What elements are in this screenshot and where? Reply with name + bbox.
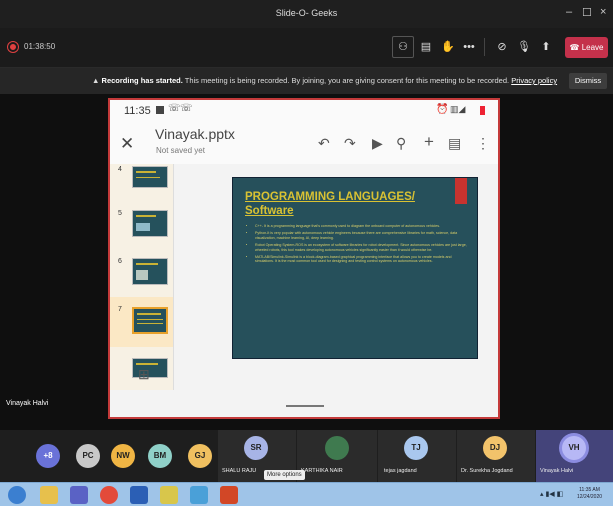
mic-off-icon[interactable]: 🎙 xyxy=(516,39,532,55)
phone-icon: ☎ xyxy=(569,43,580,52)
participant-photo xyxy=(325,436,349,460)
dismiss-button[interactable]: Dismiss xyxy=(569,73,607,89)
speaker-name: Vinayak Halvi xyxy=(6,400,49,407)
participant-avatar: VH xyxy=(562,436,586,460)
taskbar-clock[interactable]: 11:35 AM 12/24/2020 xyxy=(577,487,602,501)
thumbnail-number: 4 xyxy=(118,166,122,173)
new-slide-icon[interactable]: ⊞ xyxy=(138,366,150,383)
slide-bullets: C++- It is a programming language that's… xyxy=(247,224,469,267)
thumbnail-number: 7 xyxy=(118,306,122,313)
share-screen-icon[interactable]: ⬆ xyxy=(538,39,554,55)
notes-app-icon[interactable] xyxy=(190,486,208,504)
participant-name: KARTHIKA NAIR xyxy=(301,468,343,474)
slide-thumbnail[interactable] xyxy=(132,258,168,285)
recording-icon xyxy=(8,42,18,52)
file-explorer-icon[interactable] xyxy=(40,486,58,504)
phone-time: 11:35 xyxy=(124,105,151,117)
start-button[interactable] xyxy=(8,486,26,504)
notes-icon[interactable]: ▤ xyxy=(448,135,461,152)
warning-icon: ▲ xyxy=(92,76,100,85)
slide-bullet: C++- It is a programming language that's… xyxy=(255,224,469,228)
slide-thumbnail[interactable] xyxy=(132,166,168,188)
slide-title: PROGRAMMING LANGUAGES/ Software xyxy=(245,191,415,217)
window-title: Slide-O- Geeks xyxy=(275,8,338,18)
alarm-icon: ⏰ xyxy=(436,104,449,115)
overflow-participants-badge[interactable]: +8 xyxy=(36,444,60,468)
participant-tile[interactable]: TJ tejas jagdand xyxy=(378,430,456,482)
toolbar-divider xyxy=(484,38,485,56)
more-vert-icon[interactable]: ⋮ xyxy=(476,135,490,152)
thumbnail-number: 5 xyxy=(118,210,122,217)
more-options-icon[interactable]: ••• xyxy=(461,39,477,55)
clock-date: 12/24/2020 xyxy=(577,494,603,500)
file-name: Vinayak.pptx xyxy=(155,126,235,142)
participant-tile[interactable]: KARTHIKA NAIR xyxy=(297,430,377,482)
app-bar: ✕ Vinayak.pptx Not saved yet ↶ ↷ ▶ ⚲ + ▤… xyxy=(110,122,498,164)
signal-icon: ▥◢ xyxy=(450,104,466,114)
close-icon[interactable]: × xyxy=(600,6,606,18)
title-bar: Slide-O- Geeks – ☐ × xyxy=(0,0,613,28)
maximize-icon[interactable]: ☐ xyxy=(582,6,592,19)
participant-avatar[interactable]: PC xyxy=(76,444,100,468)
leave-label: Leave xyxy=(581,43,604,52)
undo-icon[interactable]: ↶ xyxy=(318,135,330,152)
shared-screen: 11:35 ☏ ☏ ⏰ ▥◢ ✕ Vinayak.pptx Not saved … xyxy=(108,98,500,419)
slide-bullet: Robot Operating System-ROS is an ecosyst… xyxy=(255,243,469,252)
participant-name: tejas jagdand xyxy=(384,468,417,474)
participant-tile[interactable]: DJ Dr. Surekha Jogdand xyxy=(457,430,535,482)
save-status: Not saved yet xyxy=(156,146,205,155)
participant-avatar: DJ xyxy=(483,436,507,460)
taskbar: ▴ ▮◀ ◧ 11:35 AM 12/24/2020 xyxy=(0,482,613,506)
participant-avatar[interactable]: NW xyxy=(111,444,135,468)
hand-icon[interactable]: ✋ xyxy=(440,39,456,55)
chrome-icon[interactable] xyxy=(100,486,118,504)
play-icon[interactable]: ▶ xyxy=(372,135,383,152)
slide-bullet: Python-It is very popular with autonomou… xyxy=(255,231,469,240)
notification-icon xyxy=(156,106,164,114)
system-tray-icons[interactable]: ▴ ▮◀ ◧ xyxy=(540,490,563,498)
participant-avatar[interactable]: GJ xyxy=(188,444,212,468)
participant-name: SHALU RAJU xyxy=(222,468,257,474)
redo-icon[interactable]: ↷ xyxy=(344,135,356,152)
close-icon[interactable]: ✕ xyxy=(120,134,134,154)
security-icon[interactable] xyxy=(160,486,178,504)
banner-text: This meeting is being recorded. By joini… xyxy=(184,76,510,85)
leave-button[interactable]: ☎ Leave xyxy=(565,37,608,58)
add-person-icon[interactable]: ⚲ xyxy=(396,135,406,152)
participants-icon[interactable]: ⚇ xyxy=(395,39,411,55)
participant-name: Dr. Surekha Jogdand xyxy=(461,468,513,474)
minimize-icon[interactable]: – xyxy=(566,6,572,18)
slide-thumbnail[interactable] xyxy=(132,210,168,237)
chat-icon[interactable]: ▤ xyxy=(418,39,434,55)
privacy-policy-link[interactable]: Privacy policy xyxy=(511,76,557,85)
participant-avatar: SR xyxy=(244,436,268,460)
bottom-sheet-handle[interactable] xyxy=(286,405,324,407)
more-options-tooltip: More options xyxy=(264,470,305,480)
add-icon[interactable]: + xyxy=(424,132,434,152)
slide-bullet: MATLAB/Simulink-Simulink is a block-diag… xyxy=(255,255,469,264)
meeting-timer: 01:38:50 xyxy=(24,42,56,51)
powerpoint-icon[interactable] xyxy=(220,486,238,504)
call-icon: ☏ xyxy=(168,103,181,114)
banner-heading: Recording has started. xyxy=(101,76,183,85)
slide-accent-bar xyxy=(455,178,467,204)
phone-status-bar: 11:35 ☏ ☏ ⏰ ▥◢ xyxy=(110,100,498,122)
self-video-tile[interactable]: VH Vinayak Halvi xyxy=(536,430,613,482)
participant-avatar[interactable]: BM xyxy=(148,444,172,468)
slide-thumbnails: 4 5 6 7 xyxy=(110,164,174,390)
recording-banner: ▲ Recording has started. This meeting is… xyxy=(0,68,613,94)
banner-message: ▲ Recording has started. This meeting is… xyxy=(92,76,557,85)
meeting-toolbar: 01:38:50 ⚇ ▤ ✋ ••• ⊘ 🎙 ⬆ ☎ Leave xyxy=(0,28,613,68)
clock-time: 11:35 AM xyxy=(579,487,600,493)
slide-canvas[interactable]: PROGRAMMING LANGUAGES/ Software C++- It … xyxy=(232,177,478,359)
call-icon-2: ☏ xyxy=(180,103,193,114)
thumbnail-number: 6 xyxy=(118,258,122,265)
battery-icon xyxy=(480,106,485,115)
word-icon[interactable] xyxy=(130,486,148,504)
slide-thumbnail-active[interactable] xyxy=(132,307,168,334)
participant-name: Vinayak Halvi xyxy=(540,468,574,474)
participant-avatar: TJ xyxy=(404,436,428,460)
camera-off-icon[interactable]: ⊘ xyxy=(494,39,510,55)
teams-icon[interactable] xyxy=(70,486,88,504)
